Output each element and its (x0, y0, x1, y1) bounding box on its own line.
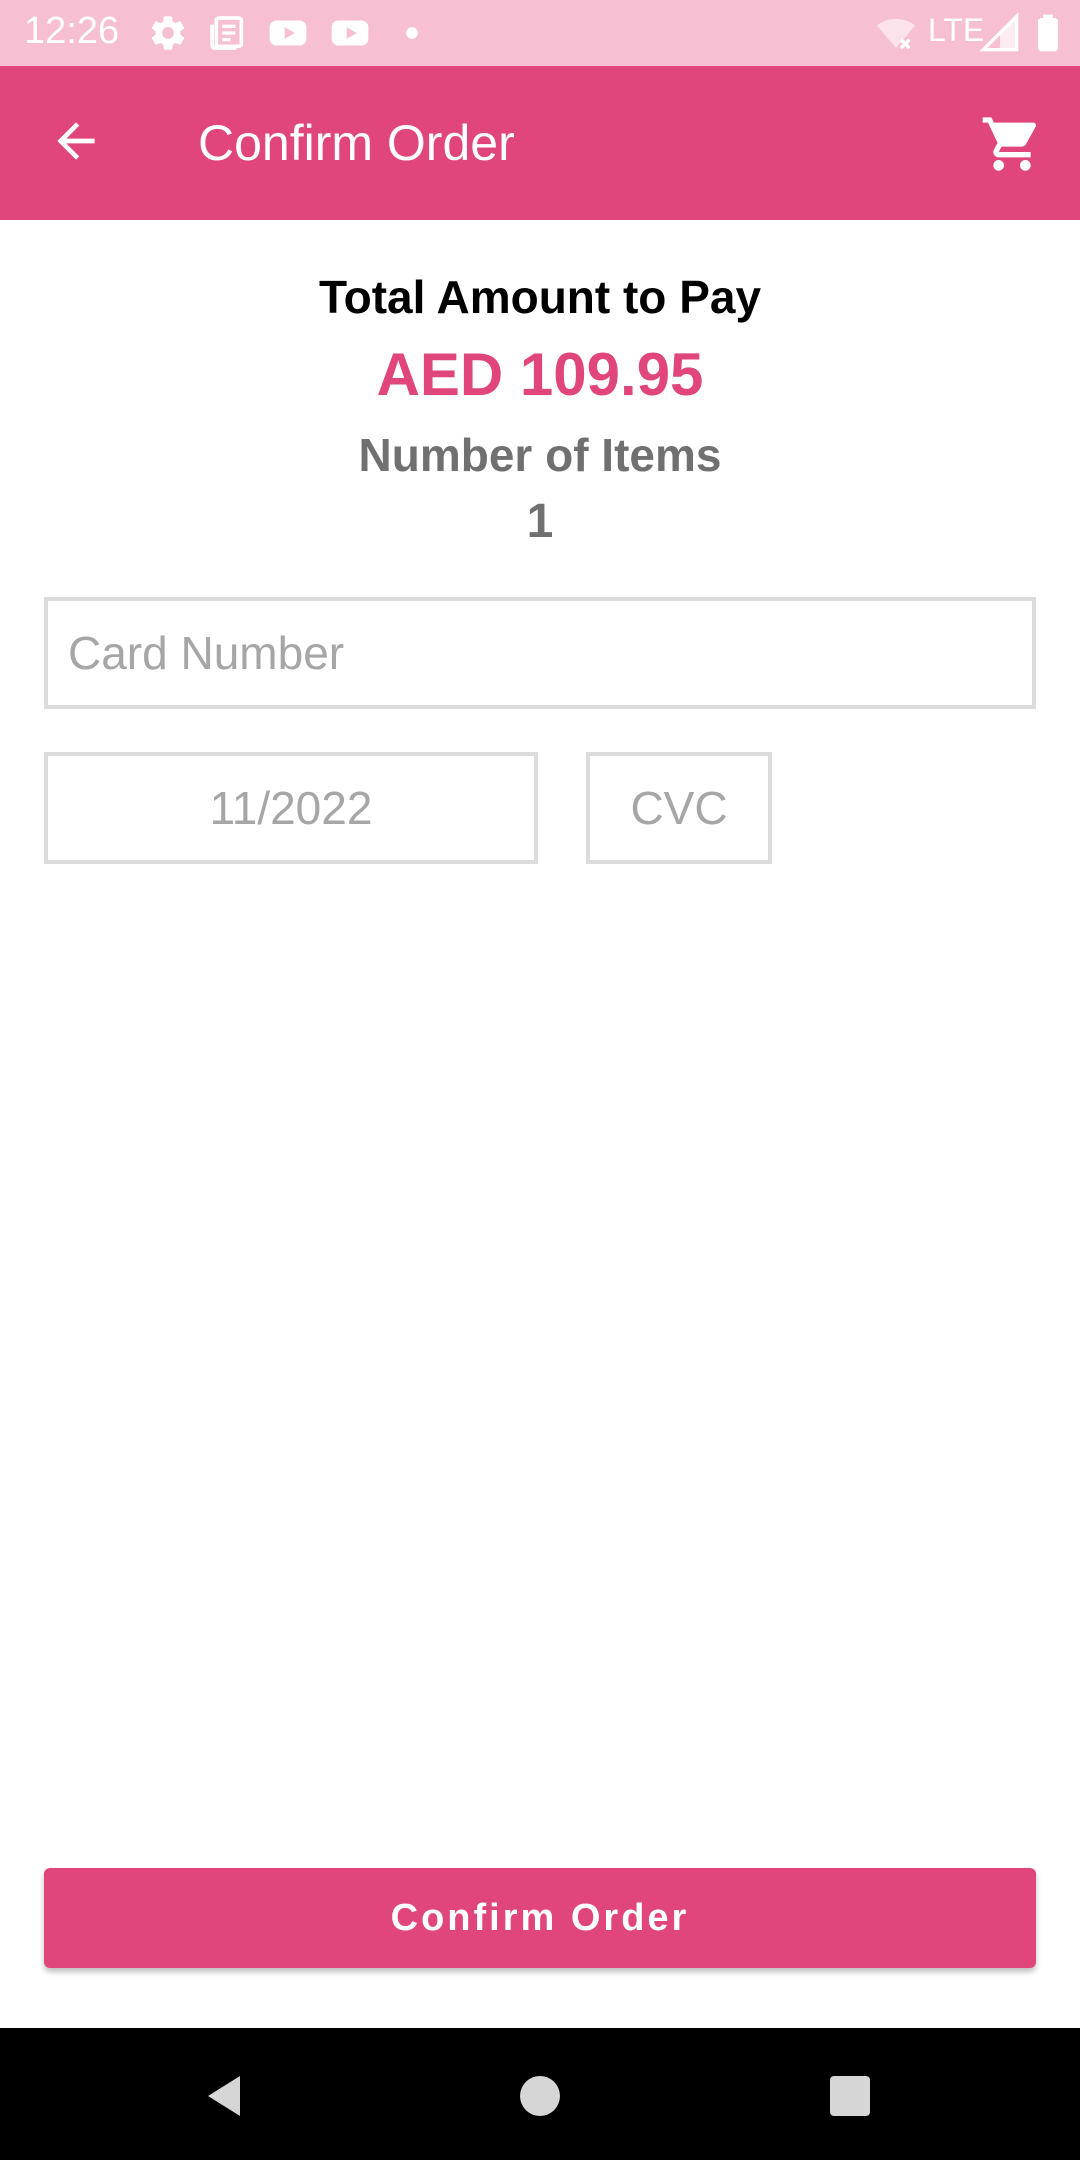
navigation-bar (0, 2028, 1080, 2160)
cvc-input[interactable] (586, 752, 772, 864)
confirm-order-button[interactable]: Confirm Order (44, 1868, 1036, 1968)
items-count-value: 1 (526, 495, 554, 548)
nav-back-icon (202, 2072, 250, 2125)
nav-recents-button[interactable] (810, 2058, 890, 2138)
youtube-icon (330, 13, 370, 53)
nav-home-button[interactable] (500, 2058, 580, 2138)
expiry-date-input[interactable] (44, 752, 538, 864)
signal-icon (979, 12, 1020, 53)
items-count-label: Number of Items (358, 429, 722, 481)
app-bar: Confirm Order (0, 66, 1080, 220)
card-number-input[interactable] (44, 597, 1036, 709)
nav-recents-icon (826, 2072, 874, 2125)
cart-button[interactable] (968, 106, 1056, 186)
cart-icon (980, 112, 1044, 181)
news-icon (208, 13, 248, 53)
total-amount-label: Total Amount to Pay (318, 271, 762, 323)
battery-icon (1028, 13, 1068, 53)
network-type: LTE (928, 12, 985, 48)
gear-icon (148, 13, 188, 53)
wifi-off-icon (876, 13, 916, 53)
dot-icon (392, 13, 432, 53)
nav-back-button[interactable] (186, 2058, 266, 2138)
total-amount-value: AED 109.95 (376, 341, 704, 408)
back-button[interactable] (36, 110, 116, 176)
page-title: Confirm Order (198, 115, 515, 171)
status-bar: 12:26 LTE (0, 0, 1080, 66)
nav-home-icon (516, 2072, 564, 2125)
status-time: 12:26 (24, 10, 120, 52)
youtube-icon (268, 13, 308, 53)
arrow-back-icon (48, 113, 104, 174)
